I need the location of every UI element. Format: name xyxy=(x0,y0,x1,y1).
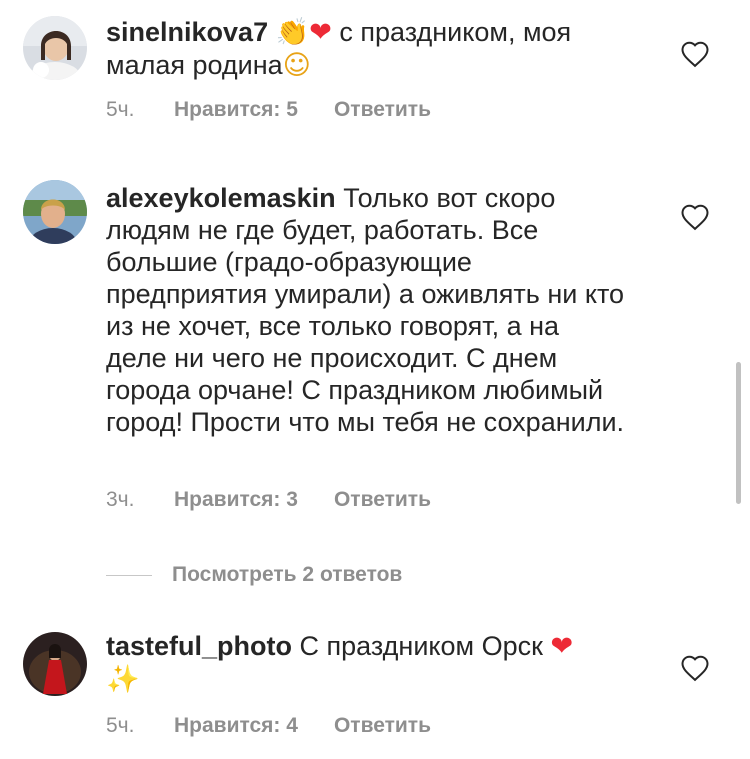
likes-count[interactable]: Нравится: 5 xyxy=(174,98,298,122)
comment-text: alexeykolemaskin Только вот скоро людям … xyxy=(106,182,626,438)
comment-body: С праздником Орск xyxy=(299,631,543,661)
avatar[interactable] xyxy=(23,180,87,244)
comment-meta: 5ч. Нравится: 5 Ответить xyxy=(106,98,431,122)
avatar[interactable] xyxy=(23,632,87,696)
comment-meta: 5ч. Нравится: 4 Ответить xyxy=(106,714,431,738)
like-heart-icon[interactable] xyxy=(680,203,710,231)
like-heart-icon[interactable] xyxy=(680,654,710,682)
scrollbar[interactable] xyxy=(736,362,741,504)
comment-text: sinelnikova7 👏❤ с праздником, моя малая … xyxy=(106,16,626,82)
reply-button[interactable]: Ответить xyxy=(334,488,431,512)
like-heart-icon[interactable] xyxy=(680,40,710,68)
view-replies-button[interactable]: Посмотреть 2 ответов xyxy=(106,560,402,590)
comment-text: tasteful_photo С праздником Орск ❤ ✨ xyxy=(106,630,626,696)
reply-button[interactable]: Ответить xyxy=(334,98,431,122)
avatar[interactable] xyxy=(23,16,87,80)
reply-button[interactable]: Ответить xyxy=(334,714,431,738)
comment-time: 3ч. xyxy=(106,488,135,511)
sparkles-emoji: ✨ xyxy=(106,664,140,695)
comment-body: Только вот скоро людям не где будет, раб… xyxy=(106,183,625,437)
comment-time: 5ч. xyxy=(106,98,135,121)
view-replies-label: Посмотреть 2 ответов xyxy=(172,563,403,586)
divider-line xyxy=(106,574,152,576)
comment-meta: 3ч. Нравится: 3 Ответить xyxy=(106,488,431,512)
red-heart-emoji: ❤ xyxy=(550,631,574,662)
comment-time: 5ч. xyxy=(106,714,135,737)
likes-count[interactable]: Нравится: 4 xyxy=(174,714,298,738)
username[interactable]: sinelnikova7 xyxy=(106,17,268,47)
username[interactable]: alexeykolemaskin xyxy=(106,183,336,213)
smiling-face-emoji: ☺ xyxy=(282,50,311,81)
username[interactable]: tasteful_photo xyxy=(106,631,292,661)
likes-count[interactable]: Нравится: 3 xyxy=(174,488,298,512)
clapping-hands-heart-emoji: 👏❤ xyxy=(275,17,332,48)
